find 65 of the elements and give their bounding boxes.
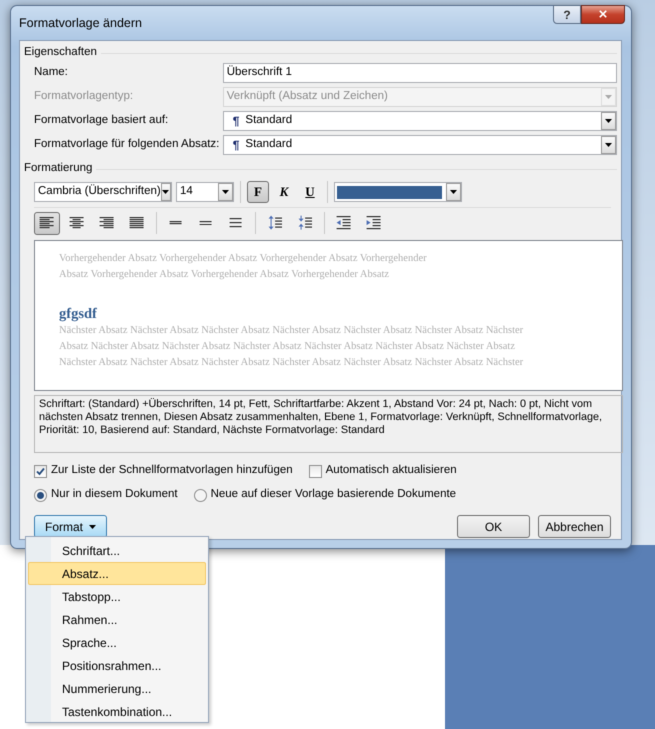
bold-button[interactable]: F: [247, 181, 269, 203]
dropdown-arrow-icon: [450, 190, 457, 194]
menu-item[interactable]: Positionsrahmen...: [28, 654, 206, 677]
caret-icon: [89, 524, 96, 528]
indent-icon: [366, 216, 382, 230]
field-label: Formatvorlage basiert auf:: [34, 113, 170, 128]
underline-button[interactable]: U: [299, 181, 321, 203]
checkbox-label: Automatisch aktualisieren: [326, 463, 457, 478]
paragraph-spacing-icon: [268, 215, 282, 231]
dropdown-arrow-icon: [162, 190, 170, 194]
paragraph-mark-icon: ¶: [232, 136, 240, 154]
align-left-icon: [39, 217, 55, 229]
preview-text: Nächster Absatz Nächster Absatz Nächster Absatz Nächster Absatz Nächster Absatz Nächster Absatz Nächster: [59, 324, 524, 338]
dropdown-arrow-icon: [222, 190, 229, 194]
align-center-icon: [69, 217, 85, 229]
style-dropdown[interactable]: ¶ Standard: [222, 111, 617, 131]
cancel-button[interactable]: Abbrechen: [538, 515, 611, 538]
paragraph-mark-icon: ¶: [232, 112, 240, 130]
name-field[interactable]: Überschrift 1: [222, 63, 617, 83]
justify-icon: [129, 217, 145, 229]
window-title: Formatvorlage ändern: [19, 14, 142, 32]
font-dropdown[interactable]: Cambria (Überschriften): [34, 182, 172, 202]
dropdown-arrow-icon: [605, 143, 612, 147]
help-button[interactable]: ?: [553, 5, 581, 24]
preview-text: Vorhergehender Absatz Vorhergehender Absatz Vorhergehender Absatz Vorhergehender: [59, 252, 428, 266]
menu-item[interactable]: Absatz...: [28, 562, 206, 585]
menu-item[interactable]: Nummerierung...: [28, 677, 206, 700]
menu-item[interactable]: Tastenkombination...: [28, 700, 206, 723]
preview-text: Nächster Absatz Nächster Absatz Nächster Absatz Nächster Absatz Nächster Absatz Nächster Absatz Nächster: [59, 356, 524, 370]
align-right-icon: [99, 217, 115, 229]
checkbox[interactable]: [34, 464, 47, 478]
paragraph-spacing-icon: [298, 215, 312, 231]
font-color-dropdown[interactable]: [334, 182, 462, 202]
radio-label: Nur in diesem Dokument: [51, 487, 178, 502]
ok-button[interactable]: OK: [457, 515, 530, 538]
italic-button[interactable]: K: [273, 181, 295, 203]
menu-item[interactable]: Schriftart...: [28, 539, 206, 562]
radio-button[interactable]: [194, 488, 207, 502]
menu-item[interactable]: Tabstopp...: [28, 585, 206, 608]
dropdown-arrow-icon: [605, 95, 612, 99]
checkbox-label: Zur Liste der Schnellformatvorlagen hinzufügen: [51, 463, 293, 478]
checkbox[interactable]: [308, 464, 322, 478]
radio-label: Neue auf dieser Vorlage basierende Dokumente: [210, 487, 456, 502]
field-label: Formatvorlagentyp:: [34, 89, 134, 104]
style-dropdown[interactable]: ¶ Standard: [222, 135, 617, 155]
section-heading: Formatierung: [24, 161, 92, 176]
outdent-icon: [336, 216, 352, 230]
dropdown-arrow-icon: [605, 119, 612, 123]
align-left-button[interactable]: [34, 212, 60, 234]
size-dropdown[interactable]: 14: [176, 182, 234, 202]
close-button[interactable]: ×: [581, 5, 625, 24]
preview-text: Absatz Vorhergehender Absatz Vorhergehender Absatz Vorhergehender Absatz: [59, 268, 390, 282]
format-button[interactable]: Format: [34, 515, 107, 538]
field-label: Name:: [34, 65, 69, 80]
field-label: Formatvorlage für folgenden Absatz:: [34, 137, 220, 152]
preview-sample-text: gfgsdf: [59, 305, 98, 323]
section-heading: Eigenschaften: [24, 45, 97, 60]
menu-item[interactable]: Rahmen...: [28, 608, 206, 631]
line-spacing-icon: [229, 218, 243, 228]
style-description: Schriftart: (Standard) +Überschriften, 14 pt, Fett, Schriftartfarbe: Akzent 1, Abstand Vor: 24 pt, Nach: 0 pt, Nicht vom nächsten Absatz trennen, Diesen Absatz zusammenhalten, Ebene 1, Formatvorlage: Verknüpft, Schnellformatvorlage, Priorität: 10, Basierend auf: Standard, Nächste Formatvorlage: Standard: [34, 395, 623, 453]
line-spacing-icon: [169, 221, 183, 225]
preview-text: Absatz Nächster Absatz Nächster Absatz Nächster Absatz Nächster Absatz Nächster Absatz Nächster Absatz: [59, 340, 516, 354]
line-spacing-icon: [199, 220, 213, 226]
menu-item[interactable]: Sprache...: [28, 631, 206, 654]
radio-button[interactable]: [34, 488, 47, 502]
